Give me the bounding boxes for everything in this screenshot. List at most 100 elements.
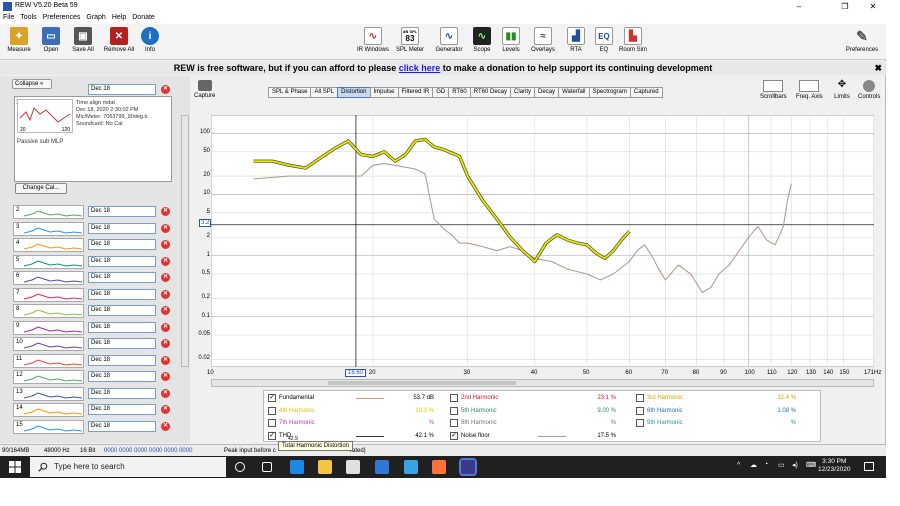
legend-checkbox[interactable]: ✓	[268, 431, 276, 440]
measurement-name-field[interactable]: Dec 18	[88, 420, 156, 432]
legend-checkbox[interactable]	[636, 419, 644, 427]
tab-impulse[interactable]: Impulse	[369, 87, 399, 98]
tray-battery-icon[interactable]: ▭	[778, 461, 785, 469]
tab-rt60-decay[interactable]: RT60 Decay	[469, 87, 512, 98]
delete-measurement-icon[interactable]: ✕	[161, 223, 170, 233]
measurement-thumbnail-10[interactable]: 10	[13, 337, 84, 351]
legend-checkbox[interactable]: ✓	[450, 431, 458, 440]
plot-horizontal-scrollbar[interactable]	[211, 379, 874, 387]
distortion-plot[interactable]	[211, 115, 874, 367]
donate-link[interactable]: click here	[399, 63, 441, 73]
levels-button[interactable]: ▮▮ Levels	[494, 27, 528, 53]
tray-cloud-icon[interactable]: ☁	[750, 461, 757, 469]
legend-checkbox[interactable]	[450, 394, 458, 402]
measurement-name-field[interactable]: Dec 18	[88, 288, 156, 300]
menu-graph[interactable]: Graph	[83, 13, 108, 22]
tab-decay[interactable]: Decay	[534, 87, 560, 98]
measurement-name-field[interactable]: Dec 18	[88, 206, 156, 217]
generator-button[interactable]: ∿ Generator	[432, 27, 466, 53]
measurement-thumbnail-11[interactable]: 11	[13, 353, 84, 368]
delete-measurement-icon[interactable]: ✕	[161, 388, 170, 398]
capture-button[interactable]: Capture	[194, 80, 215, 99]
tab-clarity[interactable]: Clarity	[510, 87, 536, 98]
tray-chevron-icon[interactable]: ^	[737, 462, 740, 469]
tab-distortion[interactable]: Distortion	[337, 87, 371, 98]
tab-gd[interactable]: GD	[432, 87, 450, 98]
measurement-thumbnail-9[interactable]: 9	[13, 320, 84, 335]
delete-measurement-icon[interactable]: ✕	[161, 207, 170, 216]
measurement-name-field[interactable]: Dec 18	[88, 239, 156, 250]
measurement-thumbnail-12[interactable]: 12	[13, 370, 84, 384]
ir-windows-button[interactable]: ∿ IR Windows	[356, 27, 390, 53]
measurement-thumbnail-7[interactable]: 7	[13, 287, 84, 302]
tab-filtered-ir[interactable]: Filtered IR	[397, 87, 434, 98]
measurement-thumbnail-14[interactable]: 14	[13, 403, 84, 417]
close-window-button[interactable]: ✕	[860, 1, 886, 12]
scrollbars-button[interactable]: Scrollbars	[760, 80, 787, 100]
notification-icon[interactable]	[864, 462, 874, 471]
info-button[interactable]: i Info	[133, 27, 167, 53]
menu-donate[interactable]: Donate	[129, 13, 158, 22]
rew-icon[interactable]	[459, 458, 477, 476]
measurement-thumbnail-5[interactable]: 5	[13, 254, 84, 269]
spl-meter-button[interactable]: dB SPL 83 SPL Meter	[393, 27, 427, 53]
controls-button[interactable]: Controls	[858, 80, 880, 100]
open-button[interactable]: ▭ Open	[34, 27, 68, 53]
measurement-thumbnail-13[interactable]: 13	[13, 386, 84, 401]
measurement-thumbnail-3[interactable]: 3	[13, 221, 84, 236]
menu-file[interactable]: File	[0, 13, 17, 22]
task-view-icon[interactable]	[262, 462, 272, 472]
measure-button[interactable]: ✦ Measure	[2, 27, 36, 53]
legend-checkbox[interactable]	[450, 419, 458, 427]
preferences-button[interactable]: ✎ Preferences	[842, 27, 882, 53]
close-banner-icon[interactable]: ✖	[874, 61, 882, 75]
measurement-thumbnail-8[interactable]: 8	[13, 304, 84, 318]
delete-measurement-icon[interactable]: ✕	[161, 273, 170, 282]
measurement-name-field[interactable]: Dec 18	[88, 305, 156, 316]
menu-tools[interactable]: Tools	[17, 13, 39, 22]
legend-checkbox[interactable]: ✓	[268, 394, 276, 402]
clock[interactable]: 3:30 PM 12/23/2020	[818, 458, 851, 474]
mail-icon[interactable]	[375, 460, 389, 474]
legend-checkbox[interactable]	[268, 406, 276, 415]
overlays-button[interactable]: ≈ Overlays	[526, 27, 560, 53]
measurement-name-field[interactable]: Dec 18	[88, 404, 156, 415]
measurement-name-field[interactable]: Dec 18	[88, 338, 156, 349]
freq-axis-button[interactable]: Freq. Axis	[796, 80, 823, 100]
room-sim-button[interactable]: ▙ Room Sim	[616, 27, 650, 53]
collapse-button[interactable]: Collapse «	[12, 79, 52, 89]
tab-captured[interactable]: Captured	[629, 87, 663, 98]
delete-measurement-icon[interactable]: ✕	[161, 306, 170, 315]
tab-rt60[interactable]: RT60	[448, 87, 471, 98]
measurement-thumbnail-2[interactable]: 2	[13, 205, 84, 219]
tab-spectrogram[interactable]: Spectrogram	[588, 87, 631, 98]
windows-start-icon[interactable]	[9, 461, 21, 473]
delete-measurement-icon[interactable]: ✕	[161, 355, 170, 365]
measurement-thumbnail[interactable]: 20 120	[17, 99, 73, 133]
plot-vertical-scrollbar[interactable]	[181, 115, 189, 367]
measurement-name-field[interactable]: Dec 18	[88, 354, 156, 366]
tray-keyboard-icon[interactable]: ⌨	[806, 461, 816, 469]
measurement-name-field[interactable]: Dec 18	[88, 387, 156, 399]
delete-measurement-icon[interactable]: ✕	[161, 322, 170, 332]
measurement-thumbnail-15[interactable]: 15	[13, 419, 84, 434]
measurement-notes[interactable]: Passive sub MLP	[17, 139, 63, 145]
delete-measurement-icon[interactable]: ✕	[161, 421, 170, 431]
tray-network-icon[interactable]: ◔	[764, 461, 768, 468]
measurement-name-field[interactable]: Dec 18	[88, 222, 156, 234]
tray-volume-icon[interactable]: ◂)	[792, 461, 798, 469]
measurement-name-field[interactable]: Dec 18	[88, 272, 156, 283]
delete-measurement-icon[interactable]: ✕	[161, 289, 170, 299]
limits-button[interactable]: ✥ Limits	[832, 80, 852, 101]
tab-spl-phase[interactable]: SPL & Phase	[268, 87, 312, 98]
delete-measurement-icon[interactable]: ✕	[161, 405, 170, 414]
remove-all-button[interactable]: ✕ Remove All	[102, 27, 136, 53]
firefox-icon[interactable]	[432, 460, 446, 474]
measurement-name-field[interactable]: Dec 18	[88, 255, 156, 267]
lync-icon[interactable]	[404, 460, 418, 474]
legend-checkbox[interactable]	[636, 406, 644, 415]
measurement-name-field[interactable]: Dec 18	[88, 371, 156, 382]
store-icon[interactable]	[346, 460, 360, 474]
menu-help[interactable]: Help	[109, 13, 129, 22]
delete-measurement-icon[interactable]: ✕	[161, 85, 170, 94]
